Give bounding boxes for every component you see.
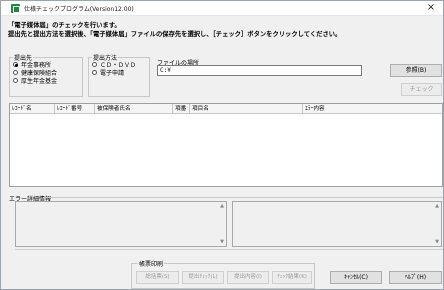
method-group: 提出方法 ＣＤ・ＤＶＤ 電子申請 xyxy=(88,53,150,97)
column-header[interactable]: 項目名 xyxy=(190,104,303,114)
scroll-up-icon[interactable]: ▲ xyxy=(434,203,440,209)
error-detail-right-box[interactable]: ▲ ▼ xyxy=(232,201,442,247)
main-window: 仕様チェックプログラム(Version12.00) × 「電子媒体届」のチェック… xyxy=(0,0,444,290)
radio-empty-icon xyxy=(92,70,97,75)
file-location-input[interactable]: C:¥ xyxy=(157,65,362,76)
check-button[interactable]: チェック xyxy=(401,83,442,96)
window-title: 仕様チェックプログラム(Version12.00) xyxy=(24,6,134,13)
print-group-label: 帳票印刷 xyxy=(138,259,165,268)
close-icon[interactable]: × xyxy=(425,2,437,14)
radio-pension-office[interactable]: 年金事務所 xyxy=(13,62,82,70)
column-header[interactable]: 被保険者氏名 xyxy=(95,104,173,114)
print-summary-button[interactable]: 総括票(S) xyxy=(136,271,179,284)
vertical-scrollbar[interactable]: ▲ ▼ xyxy=(218,202,226,246)
print-submission-check-button[interactable]: 提出ﾁｪｯｸ(L) xyxy=(182,271,224,284)
column-header[interactable]: ｴﾗｰ内容 xyxy=(303,104,442,114)
vertical-scrollbar[interactable]: ▲ ▼ xyxy=(433,202,441,246)
title-bar: 仕様チェックプログラム(Version12.00) × xyxy=(1,1,443,16)
radio-empty-icon xyxy=(13,70,18,75)
cancel-button[interactable]: ｷｬﾝｾﾙ(C) xyxy=(330,271,382,284)
radio-health-insurance[interactable]: 健康保険組合 xyxy=(13,70,82,78)
app-icon xyxy=(11,4,20,13)
radio-cd-dvd[interactable]: ＣＤ・ＤＶＤ xyxy=(92,62,149,70)
instruction-line-2: 提出先と提出方法を選択後、「電子媒体届」ファイルの保存先を選択し、［チェック］ボ… xyxy=(8,31,342,38)
column-header[interactable]: ﾚｺｰﾄﾞ名 xyxy=(10,104,55,114)
error-list-grid[interactable]: ﾚｺｰﾄﾞ名 ﾚｺｰﾄﾞ番号 被保険者氏名 項番 項目名 ｴﾗｰ内容 xyxy=(9,103,443,187)
group-divider xyxy=(43,197,443,198)
radio-e-application[interactable]: 電子申請 xyxy=(92,70,149,78)
browse-button[interactable]: 参照(B) xyxy=(390,64,442,77)
scroll-down-icon[interactable]: ▼ xyxy=(219,239,225,245)
grid-header: ﾚｺｰﾄﾞ名 ﾚｺｰﾄﾞ番号 被保険者氏名 項番 項目名 ｴﾗｰ内容 xyxy=(10,104,442,114)
radio-empty-icon xyxy=(13,78,18,83)
instruction-line-1: 「電子媒体届」のチェックを行います。 xyxy=(8,22,121,29)
destination-legend: 提出先 xyxy=(14,55,33,62)
print-submission-content-button[interactable]: 提出内容(I) xyxy=(227,271,269,284)
destination-group: 提出先 年金事務所 健康保険組合 厚生年金基金 xyxy=(9,53,83,97)
scroll-down-icon[interactable]: ▼ xyxy=(434,239,440,245)
print-check-result-button[interactable]: ﾁｪｯｸ結果(K) xyxy=(272,271,312,284)
scroll-up-icon[interactable]: ▲ xyxy=(219,203,225,209)
radio-pension-fund[interactable]: 厚生年金基金 xyxy=(13,78,82,86)
radio-selected-icon xyxy=(13,62,18,67)
column-header[interactable]: ﾚｺｰﾄﾞ番号 xyxy=(55,104,95,114)
error-detail-left-box[interactable]: ▲ ▼ xyxy=(15,201,227,247)
column-header[interactable]: 項番 xyxy=(173,104,190,114)
method-legend: 提出方法 xyxy=(93,55,118,62)
horizontal-scrollbar[interactable] xyxy=(15,249,443,255)
help-button[interactable]: ﾍﾙﾌﾟ(H) xyxy=(389,271,442,284)
radio-empty-icon xyxy=(92,62,97,67)
